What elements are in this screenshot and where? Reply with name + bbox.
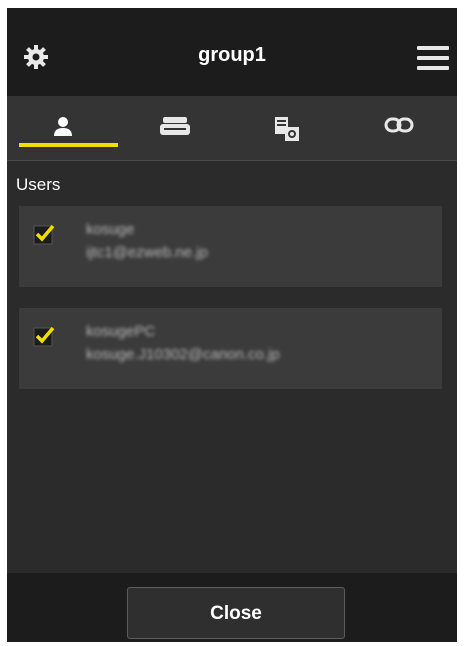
selected-tab-indicator xyxy=(19,143,118,147)
close-button[interactable]: Close xyxy=(127,587,345,639)
hamburger-menu-icon[interactable] xyxy=(417,46,449,70)
users-section-label: Users xyxy=(16,175,61,194)
checkbox-checked-icon[interactable] xyxy=(33,223,55,245)
footer-bar: Close xyxy=(7,573,457,642)
user-email: kosuge.J10302@canon.co.jp xyxy=(86,346,280,363)
tab-bar xyxy=(7,96,457,161)
page-title: group1 xyxy=(198,44,266,66)
checkbox-checked-icon[interactable] xyxy=(33,325,55,347)
user-list-item[interactable]: kosuge ijtc1@ezweb.ne.jp xyxy=(19,206,442,287)
user-name: kosuge xyxy=(86,221,135,238)
top-bar: group1 xyxy=(7,8,457,96)
tab-users[interactable] xyxy=(7,96,119,160)
tab-links[interactable] xyxy=(343,96,455,160)
tab-apps[interactable] xyxy=(231,96,343,160)
user-email: ijtc1@ezweb.ne.jp xyxy=(86,244,208,261)
user-list-item[interactable]: kosugePC kosuge.J10302@canon.co.jp xyxy=(19,308,442,389)
app-screen: group1 Users kosuge ijtc1@ezweb.ne.jp ko… xyxy=(7,8,457,642)
user-name: kosugePC xyxy=(86,323,156,340)
tab-printers[interactable] xyxy=(119,96,231,160)
